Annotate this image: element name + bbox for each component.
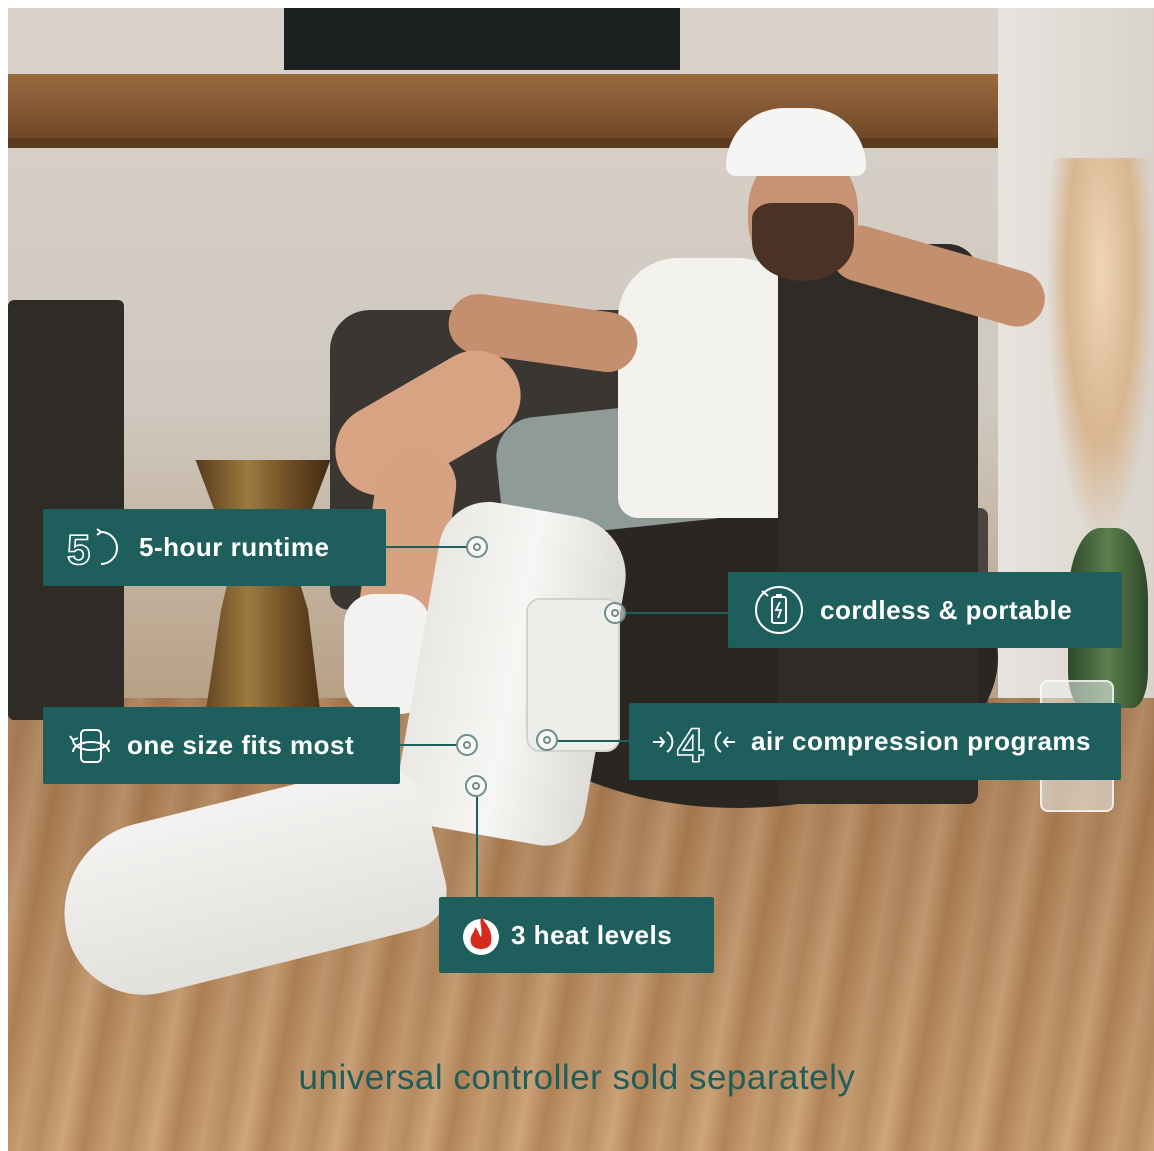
compression-4-icon: 4 (651, 717, 737, 767)
pampas-grass (1048, 158, 1154, 538)
callout-runtime: 5 5-hour runtime (43, 509, 386, 586)
callout-compression: 4 air compression programs (629, 703, 1121, 780)
callout-size: one size fits most (43, 707, 400, 784)
size-label: one size fits most (127, 730, 355, 760)
leader-cordless (626, 612, 728, 614)
tv (284, 8, 680, 70)
leader-compression (558, 740, 630, 742)
wrap-icon (67, 726, 115, 766)
battery-icon (752, 583, 806, 637)
clock-5-icon: 5 (67, 526, 125, 570)
boot-controller (526, 598, 620, 752)
footer-note: universal controller sold separately (298, 1058, 856, 1097)
leader-size (400, 744, 458, 746)
svg-text:5: 5 (67, 526, 91, 570)
white-tshirt (618, 258, 798, 518)
runtime-label: 5-hour runtime (139, 532, 330, 562)
hotspot-runtime (466, 536, 488, 558)
callout-cordless: cordless & portable (728, 572, 1122, 648)
hotspot-cordless (604, 602, 626, 624)
callout-heat: 3 heat levels (439, 897, 714, 973)
leader-heat (476, 796, 478, 898)
beard (752, 203, 854, 281)
cordless-label: cordless & portable (820, 594, 1073, 625)
svg-text:4: 4 (677, 720, 704, 767)
compression-label: air compression programs (751, 726, 1091, 756)
heat-label: 3 heat levels (511, 919, 673, 950)
leader-runtime (386, 546, 468, 548)
hotspot-size (456, 734, 478, 756)
flame-icon (461, 911, 501, 959)
hotspot-heat (465, 775, 487, 797)
hotspot-compression (536, 729, 558, 751)
